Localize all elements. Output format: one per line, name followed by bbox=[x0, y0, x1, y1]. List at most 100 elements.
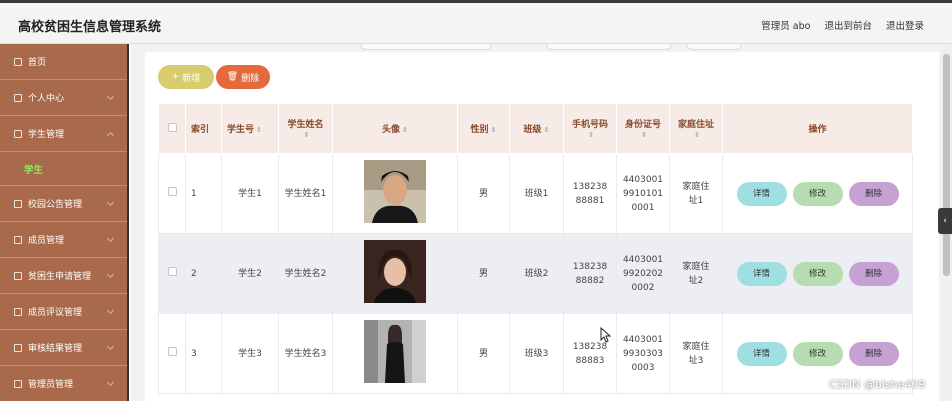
sidebar-item-label: 管理员管理 bbox=[28, 380, 74, 390]
cell-actions: 详情 修改 删除 bbox=[722, 233, 913, 314]
select-all-checkbox[interactable] bbox=[158, 103, 186, 154]
student-table: 索引 学生号 ⇕ 学生姓名 ⇕ 头像 ⇕ 性别 ⇕ 班级 ⇕ 手机号码 ⇕ 身份证号 ⇕ 家庭… bbox=[158, 103, 913, 394]
checkbox[interactable] bbox=[167, 346, 177, 356]
sidebar-item-reviews[interactable]: 成员评议管理 bbox=[0, 294, 127, 330]
detail-button[interactable]: 详情 bbox=[736, 261, 787, 286]
logout-link[interactable]: 退出登录 bbox=[886, 18, 924, 32]
collapse-handle[interactable]: ‹ bbox=[938, 208, 952, 234]
members-icon bbox=[14, 235, 22, 244]
sort-icon[interactable]: ⇕ bbox=[256, 126, 262, 134]
sidebar-subitem-student[interactable]: 学生 bbox=[0, 152, 127, 186]
chart-icon bbox=[14, 343, 22, 352]
cell-name: 学生姓名2 bbox=[278, 233, 333, 314]
cell-phone: 13823888881 bbox=[563, 153, 617, 234]
cell-phone: 13823888882 bbox=[563, 233, 617, 314]
header-actions: 操作 bbox=[722, 103, 913, 154]
cell-name: 学生姓名3 bbox=[278, 313, 333, 394]
header-id[interactable]: 身份证号 ⇕ bbox=[616, 103, 670, 154]
detail-button[interactable]: 详情 bbox=[736, 181, 787, 206]
edit-label: 修改 bbox=[808, 348, 826, 359]
sort-icon[interactable]: ⇕ bbox=[641, 131, 647, 139]
avatar bbox=[364, 159, 426, 223]
exit-to-front-link[interactable]: 退出到前台 bbox=[824, 18, 872, 32]
cell-name: 学生姓名1 bbox=[278, 153, 333, 234]
sort-icon[interactable]: ⇕ bbox=[588, 131, 594, 139]
sidebar-item-student-management[interactable]: 学生管理 bbox=[0, 116, 127, 152]
sort-icon[interactable]: ⇕ bbox=[694, 131, 700, 139]
cell-id: 440300199101010001 bbox=[616, 153, 670, 234]
notice-icon bbox=[14, 199, 22, 208]
header-class[interactable]: 班级 ⇕ bbox=[509, 103, 564, 154]
delete-label: 删除 bbox=[864, 348, 882, 359]
sidebar-item-audit-results[interactable]: 审核结果管理 bbox=[0, 330, 127, 366]
sidebar-item-label: 成员评议管理 bbox=[28, 308, 83, 318]
scrollbar-thumb[interactable] bbox=[943, 54, 950, 276]
cell-student-no: 学生2 bbox=[221, 233, 279, 314]
header-gender[interactable]: 性别 ⇕ bbox=[457, 103, 510, 154]
search-input-edge[interactable] bbox=[546, 44, 672, 50]
sidebar-item-applications[interactable]: 贫困生申请管理 bbox=[0, 258, 127, 294]
chevron-up-icon bbox=[106, 131, 115, 140]
sidebar-item-members[interactable]: 成员管理 bbox=[0, 222, 127, 258]
cell-id: 440300199303030003 bbox=[616, 313, 670, 394]
batch-delete-button[interactable]: 🗑 删除 bbox=[216, 65, 270, 89]
edit-button[interactable]: 修改 bbox=[792, 261, 843, 286]
avatar bbox=[364, 319, 426, 383]
plus-icon: + bbox=[171, 72, 180, 82]
header-name[interactable]: 学生姓名 ⇕ bbox=[278, 103, 333, 154]
header-label: 手机号码 bbox=[571, 120, 608, 130]
top-bar: 高校贫困生信息管理系统 管理员 abo 退出到前台 退出登录 bbox=[0, 0, 952, 44]
sort-icon[interactable]: ⇕ bbox=[402, 126, 408, 134]
chevron-down-icon bbox=[106, 306, 115, 315]
app-title: 高校贫困生信息管理系统 bbox=[18, 20, 162, 35]
edit-button[interactable]: 修改 bbox=[792, 341, 843, 366]
cell-avatar bbox=[332, 313, 458, 394]
detail-label: 详情 bbox=[752, 188, 770, 199]
edit-label: 修改 bbox=[808, 268, 826, 279]
cell-actions: 详情 修改 删除 bbox=[722, 153, 913, 234]
cell-avatar bbox=[332, 233, 458, 314]
avatar bbox=[364, 239, 426, 303]
detail-button[interactable]: 详情 bbox=[736, 341, 787, 366]
review-icon bbox=[14, 307, 22, 316]
search-input-edge[interactable] bbox=[360, 44, 492, 50]
add-button-label: 新增 bbox=[182, 73, 201, 84]
sort-icon[interactable]: ⇕ bbox=[544, 126, 550, 134]
header-address[interactable]: 家庭住址 ⇕ bbox=[669, 103, 723, 154]
header-avatar[interactable]: 头像 ⇕ bbox=[332, 103, 458, 154]
sidebar-item-announcements[interactable]: 校园公告管理 bbox=[0, 186, 127, 222]
checkbox[interactable] bbox=[167, 186, 177, 196]
cell-student-no: 学生1 bbox=[221, 153, 279, 234]
header-label: 索引 bbox=[191, 125, 210, 135]
table-row: 2 学生2 学生姓名2 男 班级2 13823888882 4403001992… bbox=[158, 233, 913, 314]
header-phone[interactable]: 手机号码 ⇕ bbox=[563, 103, 617, 154]
cell-index: 3 bbox=[185, 313, 222, 394]
search-button-edge[interactable] bbox=[686, 44, 742, 50]
sidebar-item-admins[interactable]: 管理员管理 bbox=[0, 366, 127, 401]
chevron-down-icon bbox=[106, 234, 115, 243]
table-row: 1 学生1 学生姓名1 男 班级1 13823888881 4403001991… bbox=[158, 153, 913, 234]
row-select[interactable] bbox=[158, 233, 186, 314]
row-select[interactable] bbox=[158, 153, 186, 234]
cell-phone: 13823888883 bbox=[563, 313, 617, 394]
delete-button[interactable]: 删除 bbox=[848, 341, 899, 366]
header-student-no[interactable]: 学生号 ⇕ bbox=[221, 103, 279, 154]
checkbox[interactable] bbox=[167, 266, 177, 276]
sidebar-item-label: 首页 bbox=[28, 58, 47, 68]
cell-address: 家庭住址2 bbox=[669, 233, 723, 314]
row-select[interactable] bbox=[158, 313, 186, 394]
delete-button[interactable]: 删除 bbox=[848, 181, 899, 206]
header-label: 性别 bbox=[470, 125, 489, 135]
sort-icon[interactable]: ⇕ bbox=[304, 131, 310, 139]
main-content: + 新增 🗑 删除 索引 学生号 ⇕ 学生姓名 ⇕ 头像 ⇕ 性别 ⇕ 班级 ⇕ 手机号码 ⇕ … bbox=[131, 44, 952, 401]
add-button[interactable]: + 新增 bbox=[158, 65, 214, 89]
delete-button-label: 删除 bbox=[241, 73, 260, 84]
checkbox[interactable] bbox=[167, 122, 177, 132]
sidebar-item-home[interactable]: 首页 bbox=[0, 44, 127, 80]
edit-button[interactable]: 修改 bbox=[792, 181, 843, 206]
sort-icon[interactable]: ⇕ bbox=[491, 126, 497, 134]
header-label: 身份证号 bbox=[624, 120, 661, 130]
current-user: 管理员 abo bbox=[761, 21, 811, 32]
delete-button[interactable]: 删除 bbox=[848, 261, 899, 286]
sidebar-item-profile[interactable]: 个人中心 bbox=[0, 80, 127, 116]
